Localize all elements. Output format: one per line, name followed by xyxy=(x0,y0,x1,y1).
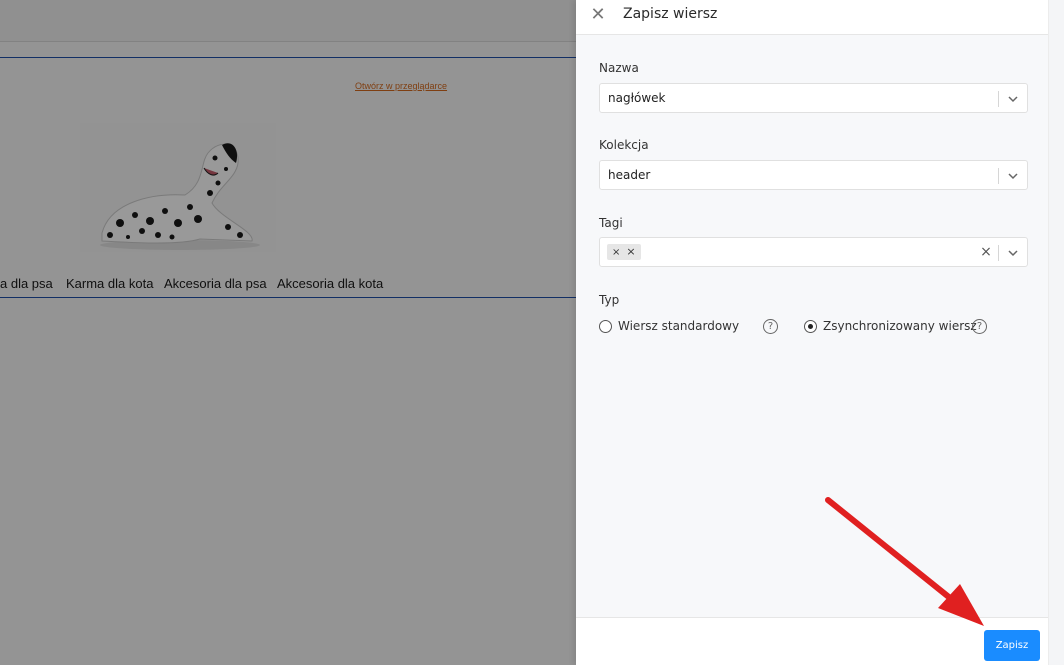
close-icon[interactable]: ✕ xyxy=(590,5,606,25)
panel-header: ✕ Zapisz wiersz xyxy=(576,0,1048,35)
save-button[interactable]: Zapisz xyxy=(984,630,1040,661)
chevron-down-icon[interactable] xyxy=(1006,169,1020,183)
collection-select[interactable]: header xyxy=(599,160,1028,190)
tags-label: Tagi xyxy=(599,216,623,230)
chevron-down-icon[interactable] xyxy=(1006,246,1020,260)
radio-synced-label: Zsynchronizowany wiersz xyxy=(823,319,977,333)
name-label: Nazwa xyxy=(599,61,639,75)
radio-standard-label: Wiersz standardowy xyxy=(618,319,740,333)
select-divider xyxy=(998,245,999,261)
radio-standard[interactable] xyxy=(599,320,612,333)
save-row-panel: ✕ Zapisz wiersz Nazwa nagłówek Kolekcja … xyxy=(576,0,1048,665)
name-select[interactable]: nagłówek xyxy=(599,83,1028,113)
tag-chip-text: × xyxy=(612,247,621,258)
select-divider xyxy=(998,168,999,184)
chevron-down-icon[interactable] xyxy=(1006,92,1020,106)
radio-synced[interactable] xyxy=(804,320,817,333)
select-divider xyxy=(998,91,999,107)
remove-tag-icon[interactable]: × xyxy=(626,245,635,258)
collection-label: Kolekcja xyxy=(599,138,649,152)
clear-icon[interactable]: × xyxy=(979,244,993,260)
help-icon[interactable]: ? xyxy=(763,319,778,334)
modal-overlay[interactable] xyxy=(0,0,576,665)
name-value: nagłówek xyxy=(608,91,666,105)
window-edge xyxy=(1048,0,1064,665)
panel-footer: Zapisz xyxy=(576,617,1048,665)
type-label: Typ xyxy=(599,293,620,307)
collection-value: header xyxy=(608,168,651,182)
panel-title: Zapisz wiersz xyxy=(623,6,718,22)
help-icon[interactable]: ? xyxy=(972,319,987,334)
tags-select[interactable]: × × × xyxy=(599,237,1028,267)
tag-chip: × × xyxy=(607,244,641,260)
